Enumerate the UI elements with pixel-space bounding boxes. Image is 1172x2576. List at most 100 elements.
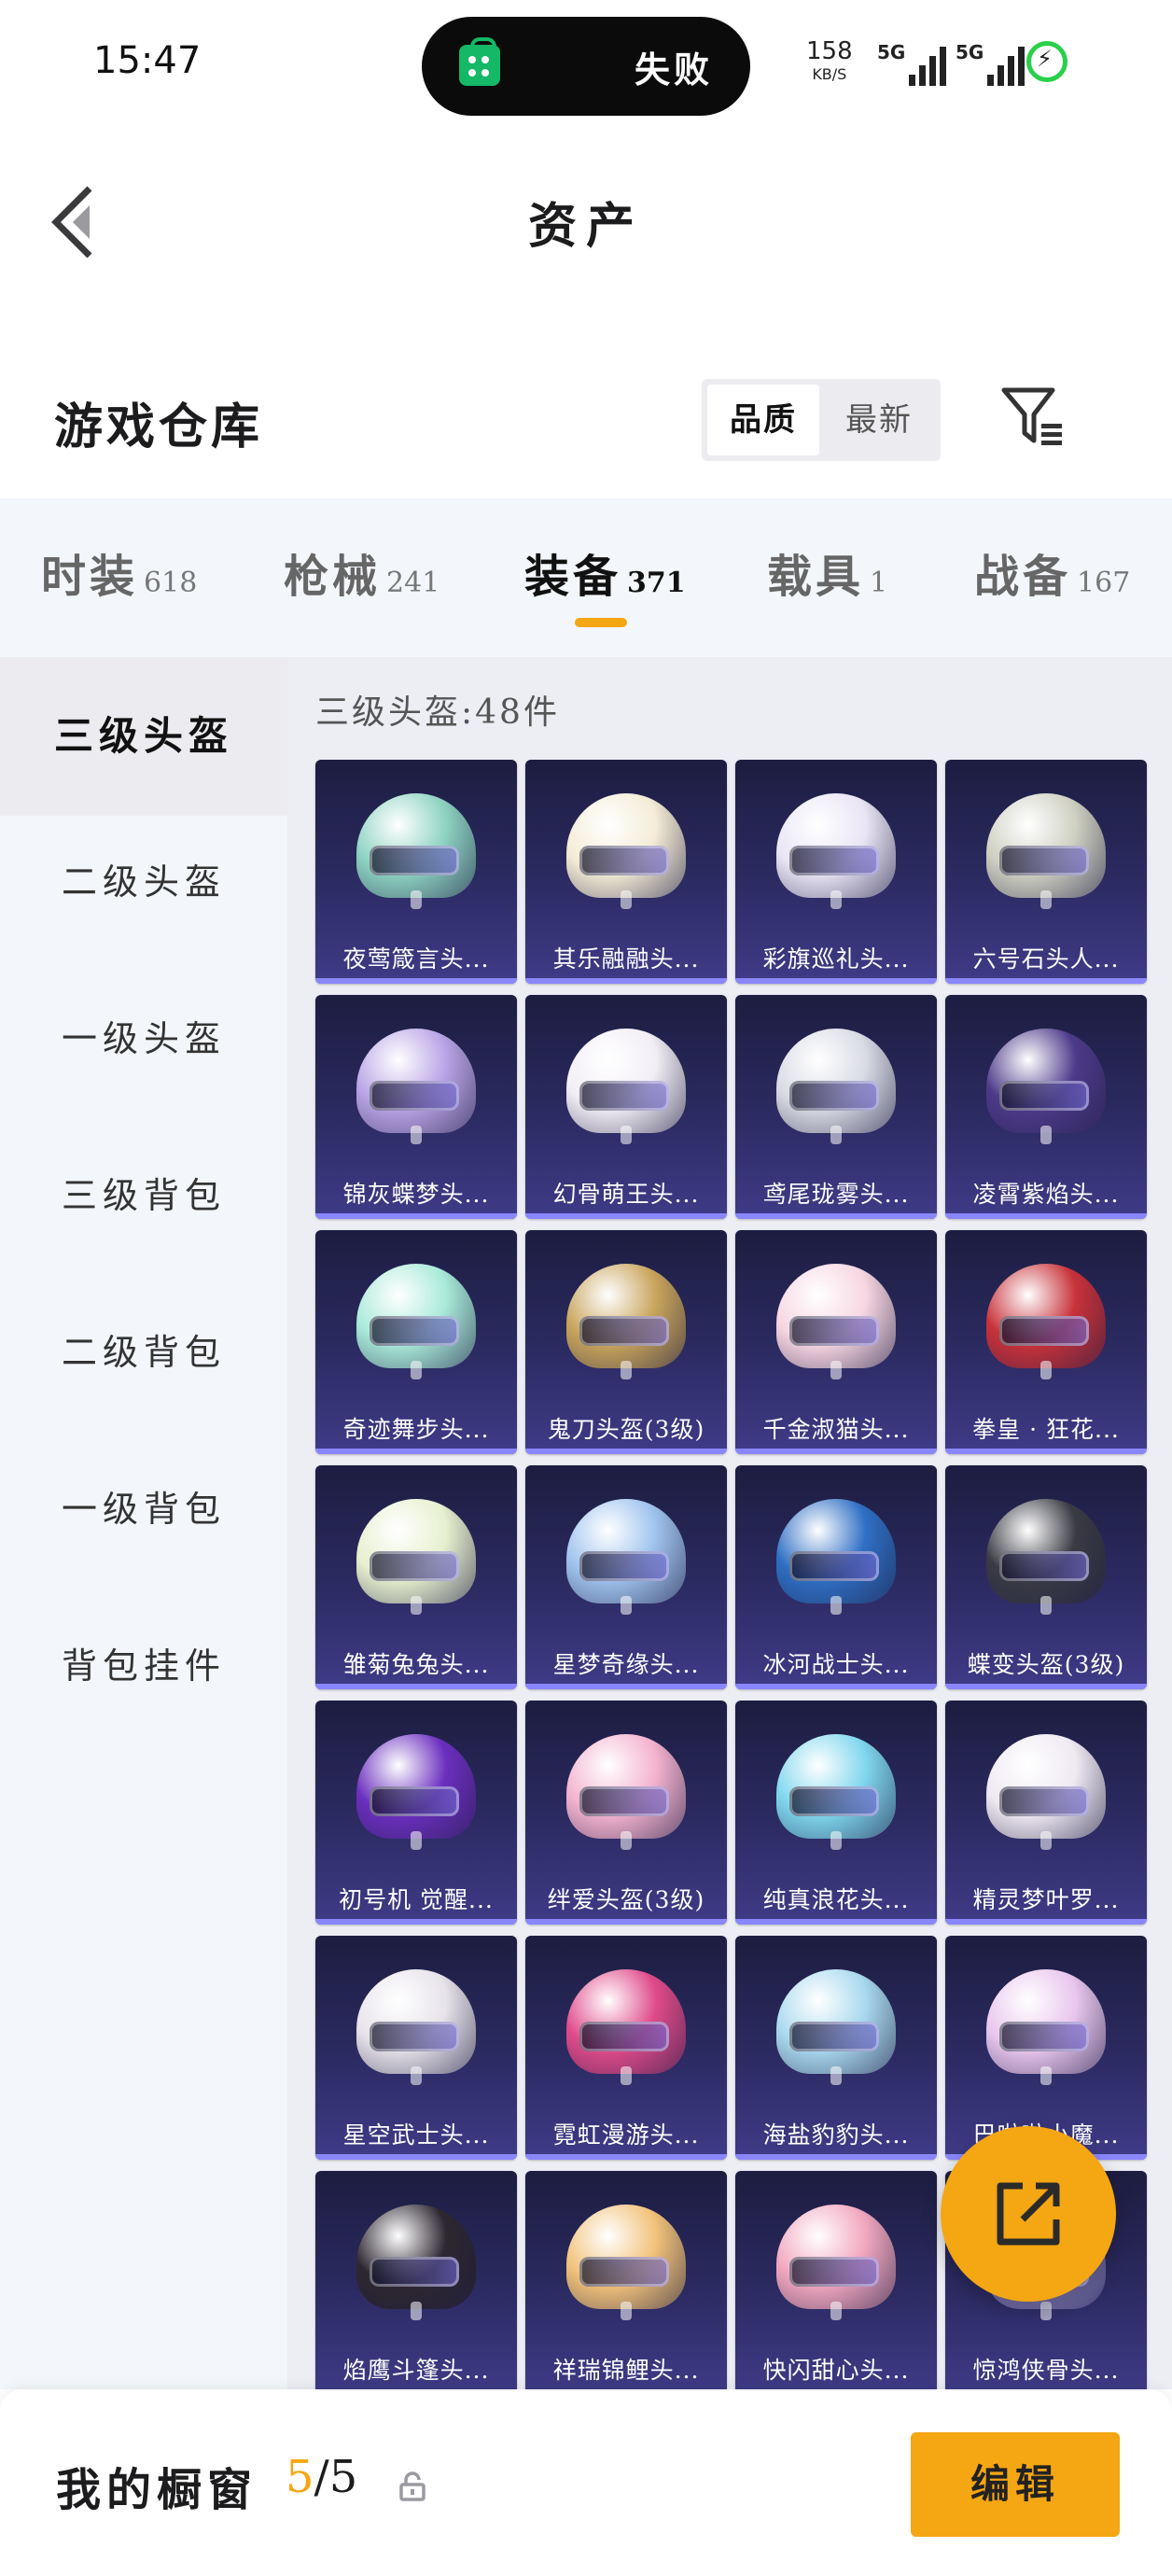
- item-label: 幻骨萌王头...: [552, 1181, 700, 1208]
- helmet-icon: [986, 793, 1106, 909]
- helmet-item-card[interactable]: 其乐融融头...: [525, 760, 727, 984]
- helmet-item-card[interactable]: 雏菊兔兔头...: [315, 1465, 517, 1689]
- item-label: 霓虹漫游头...: [552, 2121, 700, 2149]
- tab-count: 1: [870, 567, 888, 599]
- edit-button[interactable]: 编辑: [911, 2432, 1120, 2537]
- helmet-item-card[interactable]: 霓虹漫游头...: [525, 1936, 727, 2160]
- network-speed-value: 158: [806, 37, 853, 65]
- tab-equipment[interactable]: 装备 371: [524, 539, 686, 605]
- sidebar-item-level2-helmet[interactable]: 二级头盔: [0, 853, 287, 904]
- helmet-strap: [411, 2066, 422, 2085]
- item-label: 纯真浪花头...: [762, 1886, 910, 1913]
- helmet-visor: [370, 1316, 459, 1346]
- helmet-visor: [789, 1551, 879, 1581]
- sidebar-item-level3-backpack[interactable]: 三级背包: [0, 1167, 287, 1218]
- helmet-strap: [830, 1126, 842, 1144]
- helmet-item-card[interactable]: 蝶变头盔(3级): [945, 1465, 1147, 1689]
- helmet-visor: [789, 2257, 879, 2287]
- helmet-item-card[interactable]: 冰河战士头...: [735, 1465, 937, 1689]
- helmet-strap: [1040, 1361, 1052, 1379]
- helmet-item-card[interactable]: 绊爱头盔(3级): [525, 1701, 727, 1925]
- helmet-icon: [986, 1734, 1106, 1850]
- helmet-visor: [999, 846, 1089, 875]
- helmet-item-card[interactable]: 拳皇 · 狂花...: [945, 1230, 1147, 1454]
- item-label: 拳皇 · 狂花...: [972, 1416, 1120, 1443]
- showcase-bar: 我的橱窗 5/5 编辑: [0, 2389, 1172, 2576]
- helmet-item-card[interactable]: 焰鹰斗篷头...: [315, 2171, 517, 2389]
- item-label: 六号石头人...: [972, 945, 1120, 973]
- helmet-icon: [356, 1499, 476, 1615]
- helmet-item-card[interactable]: 快闪甜心头...: [735, 2171, 937, 2389]
- tab-label: 装备: [524, 551, 622, 603]
- helmet-icon: [566, 1734, 686, 1850]
- helmet-item-card[interactable]: 千金淑猫头...: [735, 1230, 937, 1454]
- helmet-item-card[interactable]: 星梦奇缘头...: [525, 1465, 727, 1689]
- sidebar-item-level1-helmet[interactable]: 一级头盔: [0, 1010, 287, 1061]
- item-label: 鸢尾珑雾头...: [762, 1181, 910, 1208]
- helmet-strap: [411, 1831, 422, 1850]
- helmet-item-card[interactable]: 幻骨萌王头...: [525, 995, 727, 1219]
- helmet-item-card[interactable]: 奇迹舞步头...: [315, 1230, 517, 1454]
- helmet-item-card[interactable]: 巴啦啦小魔...: [945, 1936, 1147, 2160]
- helmet-item-card[interactable]: 星空武士头...: [315, 1936, 517, 2160]
- tab-weapons[interactable]: 枪械 241: [284, 539, 440, 605]
- tab-label: 枪械: [284, 551, 382, 603]
- helmet-item-card[interactable]: 夜莺箴言头...: [315, 760, 517, 984]
- item-label: 其乐融融头...: [552, 945, 700, 973]
- signal-5g-icon: 5G: [956, 41, 1026, 86]
- sidebar-item-level3-helmet[interactable]: 三级头盔: [0, 657, 287, 816]
- helmet-item-card[interactable]: 纯真浪花头...: [735, 1701, 937, 1925]
- share-button[interactable]: [941, 2126, 1116, 2302]
- tab-vehicles[interactable]: 载具 1: [767, 539, 887, 605]
- item-label: 海盐豹豹头...: [762, 2121, 910, 2149]
- helmet-item-card[interactable]: 鸢尾珑雾头...: [735, 995, 937, 1219]
- helmet-icon: [776, 1499, 896, 1615]
- helmet-visor: [789, 1786, 879, 1816]
- sidebar-item-level2-backpack[interactable]: 二级背包: [0, 1323, 287, 1375]
- helmet-icon: [356, 1029, 476, 1144]
- helmet-visor: [579, 2257, 669, 2287]
- helmet-visor: [370, 2022, 459, 2051]
- item-label: 星梦奇缘头...: [552, 1651, 700, 1678]
- share-export-icon: [997, 2182, 1060, 2246]
- helmet-strap: [830, 2302, 842, 2320]
- tab-fashion[interactable]: 时装 618: [41, 539, 197, 605]
- helmet-icon: [566, 1499, 686, 1615]
- notification-text: 失败: [634, 49, 713, 91]
- helmet-icon: [566, 1969, 686, 2085]
- sort-option-newest[interactable]: 最新: [823, 385, 935, 455]
- helmet-item-card[interactable]: 彩旗巡礼头...: [735, 760, 937, 984]
- sidebar-item-backpack-charm[interactable]: 背包挂件: [0, 1637, 287, 1688]
- helmet-strap: [830, 2066, 842, 2085]
- sidebar-item-level1-backpack[interactable]: 一级背包: [0, 1480, 287, 1532]
- helmet-item-card[interactable]: 凌霄紫焰头...: [945, 995, 1147, 1219]
- status-bar: 15:47 失败 158 KB/S 5G 5G: [0, 0, 1172, 131]
- helmet-item-card[interactable]: 锦灰蝶梦头...: [315, 995, 517, 1219]
- helmet-visor: [789, 846, 879, 875]
- helmet-item-card[interactable]: 初号机 觉醒...: [315, 1701, 517, 1925]
- grid-header: 三级头盔:48件: [315, 693, 560, 732]
- helmet-strap: [621, 1831, 632, 1850]
- filter-icon[interactable]: [998, 385, 1066, 448]
- helmet-strap: [411, 1596, 422, 1615]
- helmet-icon: [356, 793, 476, 909]
- item-label: 星空武士头...: [342, 2121, 490, 2149]
- signal-label: 5G: [956, 41, 984, 63]
- helmet-strap: [411, 1361, 422, 1379]
- helmet-item-card[interactable]: 鬼刀头盔(3级): [525, 1230, 727, 1454]
- dynamic-island-notification[interactable]: 失败: [422, 17, 750, 116]
- helmet-item-card[interactable]: 六号石头人...: [945, 760, 1147, 984]
- helmet-item-card[interactable]: 精灵梦叶罗...: [945, 1701, 1147, 1925]
- tab-label: 时装: [41, 551, 139, 603]
- status-time: 15:47: [93, 39, 202, 82]
- helmet-item-card[interactable]: 祥瑞锦鲤头...: [525, 2171, 727, 2389]
- helmet-visor: [579, 1551, 669, 1581]
- helmet-strap: [621, 1126, 632, 1144]
- helmet-icon: [566, 1264, 686, 1379]
- item-label: 鬼刀头盔(3级): [547, 1416, 705, 1443]
- showcase-used: 5: [286, 2451, 314, 2503]
- tab-supplies[interactable]: 战备 167: [974, 539, 1130, 605]
- helmet-icon: [986, 1969, 1106, 2085]
- helmet-item-card[interactable]: 海盐豹豹头...: [735, 1936, 937, 2160]
- sort-option-quality[interactable]: 品质: [707, 385, 819, 455]
